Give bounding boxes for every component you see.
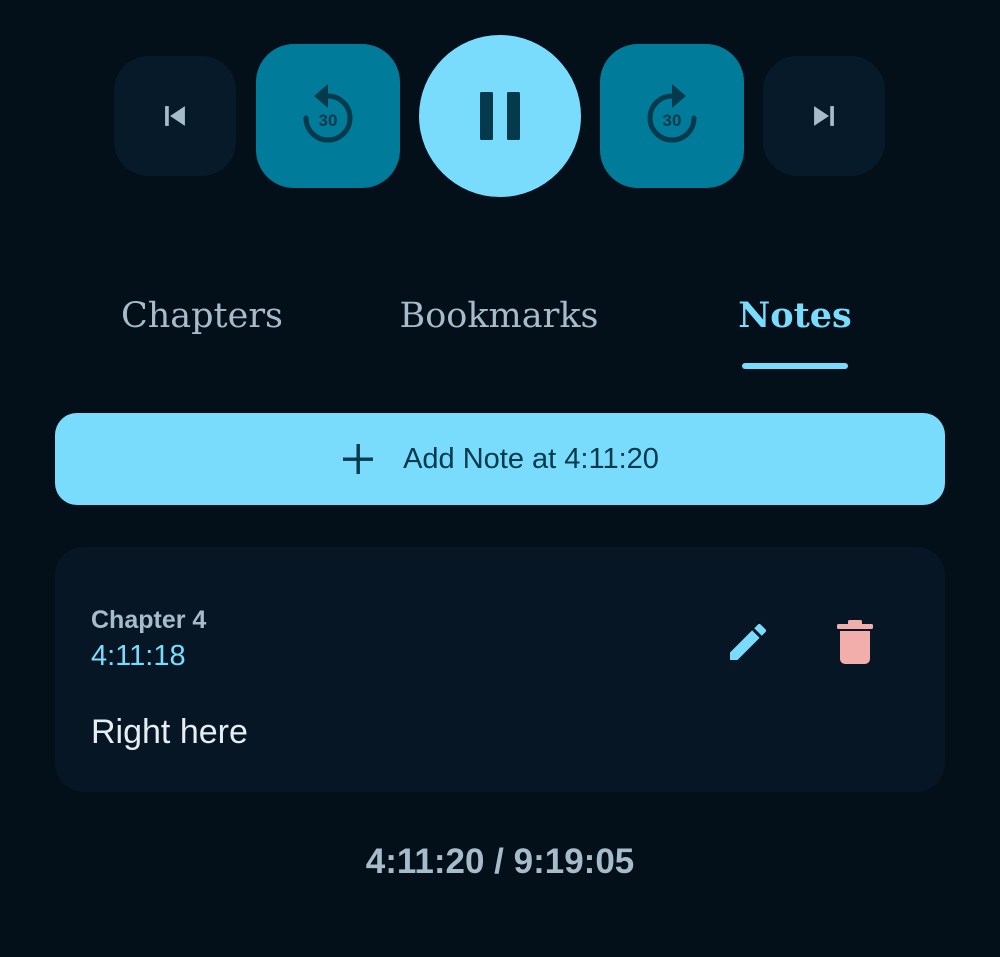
skip-previous-icon <box>165 106 185 126</box>
note-card[interactable]: Chapter 4 4:11:18 Right here <box>55 547 945 792</box>
rewind-seconds-label: 30 <box>319 111 338 130</box>
next-chapter-button[interactable] <box>763 56 885 176</box>
pencil-icon <box>730 623 767 660</box>
note-chapter: Chapter 4 <box>91 606 207 634</box>
trash-icon <box>837 620 873 664</box>
player-screen: 30 30 Chapters Bookmarks Notes Add Note … <box>0 0 1000 957</box>
forward-30-icon: 30 <box>647 84 697 143</box>
note-timestamp[interactable]: 4:11:18 <box>91 640 186 673</box>
plus-icon <box>341 442 375 476</box>
tab-notes[interactable]: Notes <box>716 292 874 340</box>
tab-bookmarks[interactable]: Bookmarks <box>386 292 612 340</box>
add-note-button[interactable]: Add Note at 4:11:20 <box>55 413 945 505</box>
tab-chapters[interactable]: Chapters <box>100 292 304 340</box>
rewind-30-button[interactable]: 30 <box>256 44 400 188</box>
pause-button[interactable] <box>419 35 581 197</box>
active-tab-indicator <box>742 363 848 369</box>
add-note-label: Add Note at 4:11:20 <box>403 442 659 475</box>
replay-30-icon: 30 <box>303 84 353 143</box>
skip-next-icon <box>814 106 834 126</box>
pause-icon <box>480 92 520 140</box>
playback-position: 4:11:20 / 9:19:05 <box>365 842 635 881</box>
delete-note-button[interactable] <box>832 617 878 667</box>
forward-seconds-label: 30 <box>663 111 682 130</box>
note-text: Right here <box>91 713 248 751</box>
forward-30-button[interactable]: 30 <box>600 44 744 188</box>
previous-chapter-button[interactable] <box>114 56 236 176</box>
edit-note-button[interactable] <box>723 617 773 667</box>
